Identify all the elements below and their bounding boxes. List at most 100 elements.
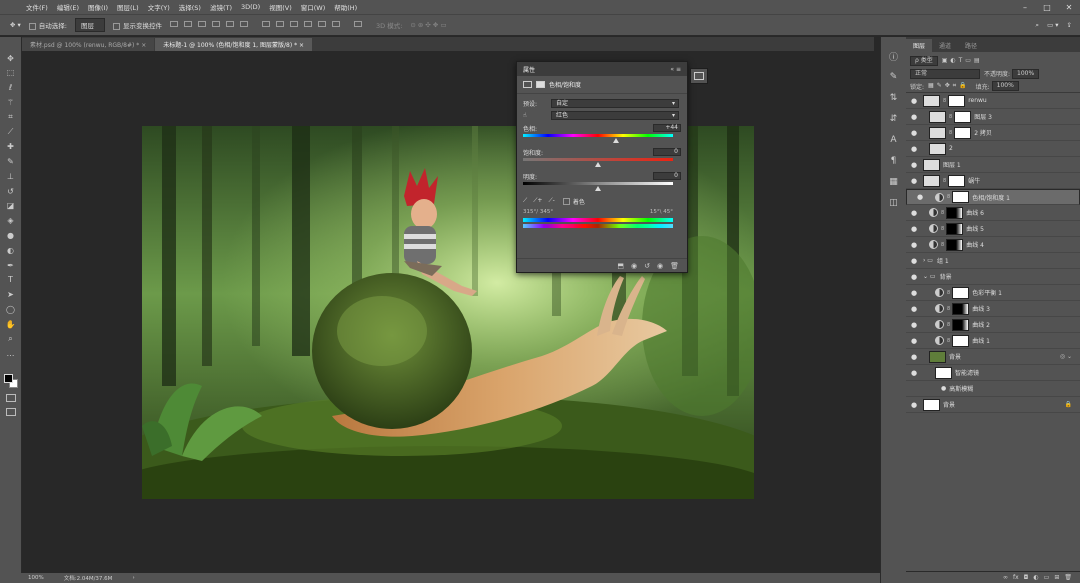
- add-mask-icon[interactable]: ◘: [1024, 574, 1029, 581]
- visibility-eye-icon[interactable]: ●: [909, 353, 919, 361]
- visibility-eye-icon[interactable]: ●: [909, 161, 919, 169]
- visibility-eye-icon[interactable]: ●: [909, 209, 919, 217]
- colorize-checkbox[interactable]: [562, 197, 570, 205]
- layer-mask-thumbnail[interactable]: [954, 126, 972, 139]
- history-brush-tool-icon[interactable]: ↺: [4, 184, 18, 198]
- show-transform-option[interactable]: 显示变换控件: [112, 20, 162, 30]
- show-transform-checkbox[interactable]: [112, 22, 120, 30]
- lightness-slider[interactable]: [523, 182, 673, 191]
- visibility-eye-icon[interactable]: ●: [909, 337, 919, 345]
- properties-header[interactable]: 属性 « ≡: [517, 62, 687, 76]
- zoom-level[interactable]: 100%: [28, 575, 44, 581]
- chain-link-icon[interactable]: 8: [943, 98, 946, 104]
- mode-3d-icons[interactable]: ⊙ ⊛ ✣ ✥ ▭: [410, 21, 446, 29]
- move-tool-icon[interactable]: ✥: [4, 51, 18, 65]
- layer-mask-thumbnail[interactable]: [952, 302, 970, 315]
- layer-mask-thumbnail[interactable]: [952, 334, 970, 347]
- view-previous-icon[interactable]: ◉: [631, 262, 637, 270]
- new-layer-icon[interactable]: ⊞: [1054, 574, 1059, 581]
- move-tool-icon[interactable]: ✥ ▾: [10, 21, 21, 29]
- visibility-eye-icon[interactable]: ●: [909, 145, 919, 153]
- healing-brush-tool-icon[interactable]: ✚: [4, 140, 18, 154]
- folder-icon[interactable]: › ▭: [923, 257, 933, 264]
- info-icon[interactable]: ⓘ: [887, 49, 901, 63]
- reset-icon[interactable]: ↺: [644, 262, 650, 270]
- quick-mask-icon[interactable]: [6, 394, 16, 402]
- close-icon[interactable]: ✕: [1058, 3, 1080, 12]
- layer-row[interactable]: ● 高斯模糊: [906, 381, 1080, 397]
- properties-panel[interactable]: 属性 « ≡ 色相/饱和度 预设: 自定 ☝ 红色 色相: +44 饱和度: 0…: [516, 61, 688, 273]
- layer-mask-thumbnail[interactable]: [952, 318, 970, 331]
- layer-row[interactable]: ● 8 曲线 5: [906, 221, 1080, 237]
- menu-item[interactable]: 选择(S): [179, 2, 201, 12]
- saturation-value-input[interactable]: 0: [653, 148, 681, 156]
- eraser-tool-icon[interactable]: ◪: [4, 199, 18, 213]
- collapse-icon[interactable]: « ≡: [670, 66, 681, 73]
- status-menu-icon[interactable]: ›: [132, 575, 134, 581]
- search-icon[interactable]: ⌕: [1035, 21, 1039, 30]
- auto-align-icon[interactable]: [353, 21, 368, 29]
- shape-tool-icon[interactable]: ◯: [4, 303, 18, 317]
- auto-select-checkbox[interactable]: [28, 22, 36, 30]
- close-tab-icon[interactable]: ×: [141, 42, 146, 49]
- maximize-icon[interactable]: □: [1036, 3, 1058, 12]
- chain-link-icon[interactable]: 8: [947, 194, 950, 200]
- swatches-icon[interactable]: ▦: [887, 175, 901, 189]
- new-group-icon[interactable]: ▭: [1044, 574, 1050, 581]
- visibility-eye-icon[interactable]: ●: [909, 97, 919, 105]
- blur-tool-icon[interactable]: ●: [4, 229, 18, 243]
- layer-row[interactable]: ● 智能滤镜: [906, 365, 1080, 381]
- tab-layers[interactable]: 图层: [906, 39, 933, 52]
- tab-document-1[interactable]: 素材.psd @ 100% (renwu, RGB/8#) * ×: [22, 38, 155, 51]
- layer-row[interactable]: ● 8 图层 3: [906, 109, 1080, 125]
- screen-mode-icon[interactable]: [6, 408, 16, 416]
- lightness-value-input[interactable]: 0: [653, 172, 681, 180]
- paragraph-icon[interactable]: ¶: [887, 154, 901, 168]
- menu-item[interactable]: 编辑(E): [57, 2, 79, 12]
- visibility-eye-icon[interactable]: ●: [909, 401, 919, 409]
- eyedropper-minus-icon[interactable]: ⟋-: [548, 197, 554, 205]
- visibility-eye-icon[interactable]: ●: [909, 113, 919, 121]
- visibility-eye-icon[interactable]: ●: [909, 321, 919, 329]
- saturation-slider[interactable]: [523, 158, 673, 167]
- smart-object-icon[interactable]: ◎ ⌄: [1060, 353, 1072, 360]
- workspace-icon[interactable]: ▭ ▾: [1047, 21, 1058, 29]
- menu-item[interactable]: 视图(V): [269, 2, 292, 12]
- align-icons[interactable]: [169, 21, 254, 29]
- crop-tool-icon[interactable]: ⌗: [4, 110, 18, 124]
- chain-link-icon[interactable]: 8: [947, 306, 950, 312]
- history-icon[interactable]: ⇵: [887, 112, 901, 126]
- layer-row[interactable]: ● ⌄ ▭ 背景: [906, 269, 1080, 285]
- type-tool-icon[interactable]: T: [4, 273, 18, 287]
- tab-channels[interactable]: 通道: [932, 39, 958, 52]
- visibility-eye-icon[interactable]: ●: [909, 273, 919, 281]
- minimize-icon[interactable]: –: [1014, 3, 1036, 12]
- visibility-eye-icon[interactable]: ●: [909, 129, 919, 137]
- brush-settings-icon[interactable]: ✎: [887, 70, 901, 84]
- layer-row[interactable]: ● 8 色彩平衡 1: [906, 285, 1080, 301]
- path-selection-tool-icon[interactable]: ➤: [4, 288, 18, 302]
- layer-mask-thumbnail[interactable]: [946, 206, 964, 219]
- layer-row[interactable]: ● 2: [906, 141, 1080, 157]
- more-tools-icon[interactable]: …: [4, 347, 18, 361]
- layer-row[interactable]: ● 图层 1: [906, 157, 1080, 173]
- visibility-eye-icon[interactable]: ●: [909, 289, 919, 297]
- menu-item[interactable]: 窗口(W): [301, 2, 326, 12]
- layer-row[interactable]: ● 8 曲线 1: [906, 333, 1080, 349]
- filter-icons[interactable]: ▣◐T▭▤: [942, 57, 983, 64]
- chain-link-icon[interactable]: 8: [947, 338, 950, 344]
- properties-side-icon[interactable]: [690, 68, 708, 84]
- hue-slider-thumb[interactable]: [613, 138, 620, 143]
- lightness-slider-thumb[interactable]: [595, 186, 601, 191]
- chain-link-icon[interactable]: 8: [941, 210, 944, 216]
- layer-mask-thumbnail[interactable]: [948, 94, 966, 107]
- distribute-icons[interactable]: [261, 21, 346, 29]
- visibility-eye-icon[interactable]: ●: [909, 241, 919, 249]
- styles-icon[interactable]: ◫: [887, 196, 901, 210]
- chain-link-icon[interactable]: 8: [949, 114, 952, 120]
- chain-link-icon[interactable]: 8: [943, 178, 946, 184]
- hue-slider[interactable]: [523, 134, 673, 143]
- menu-item[interactable]: 文字(Y): [148, 2, 170, 12]
- visibility-icon[interactable]: ◉: [657, 262, 663, 270]
- hue-value-input[interactable]: +44: [653, 124, 681, 132]
